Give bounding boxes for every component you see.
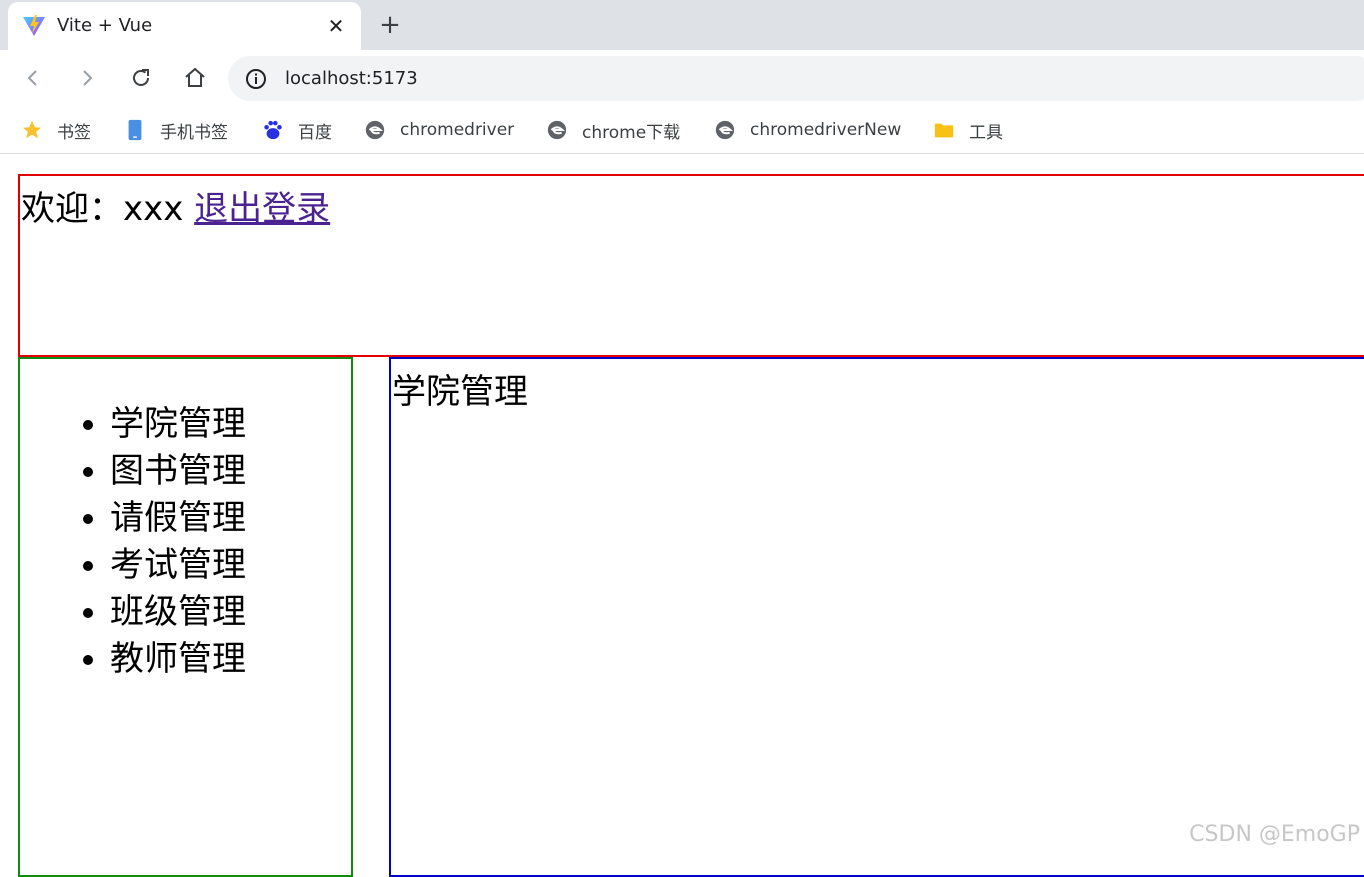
- sidebar-item-class[interactable]: 班级管理: [110, 589, 246, 636]
- tab-title: Vite + Vue: [57, 15, 153, 36]
- new-tab-button[interactable]: +: [377, 12, 403, 38]
- welcome-text: 欢迎：xxx: [21, 189, 195, 229]
- folder-icon: [934, 123, 954, 138]
- browser-toolbar: localhost:5173: [0, 50, 1364, 106]
- bookmark-item-chromedriver-new[interactable]: chromedriverNew: [714, 117, 901, 143]
- bookmark-item-tools[interactable]: 工具: [933, 117, 1003, 143]
- bookmark-item-baidu[interactable]: 百度: [262, 117, 332, 143]
- sidebar-item-college[interactable]: 学院管理: [110, 401, 246, 448]
- watermark: CSDN @EmoGP: [1189, 822, 1360, 847]
- back-arrow-icon: [27, 70, 37, 86]
- page-viewport: 欢迎：xxx 退出登录 学院管理 图书管理 请假管理 考试管理 班级管理 教师管…: [0, 155, 1364, 877]
- star-icon: [22, 120, 42, 139]
- bookmark-item-chrome-download[interactable]: chrome下载: [546, 117, 680, 143]
- bookmark-label: 手机书签: [160, 122, 228, 143]
- sidebar-item-teacher[interactable]: 教师管理: [110, 636, 246, 683]
- reload-icon: [133, 69, 149, 86]
- home-button[interactable]: [181, 64, 209, 92]
- sidebar-menu: 学院管理 图书管理 请假管理 考试管理 班级管理 教师管理: [110, 401, 246, 683]
- edge-logo-icon: [547, 120, 567, 140]
- info-icon[interactable]: [244, 67, 268, 91]
- main-panel: 学院管理: [389, 357, 1364, 877]
- header-panel: 欢迎：xxx 退出登录: [18, 174, 1364, 357]
- phone-icon: [128, 119, 142, 141]
- tab-strip: Vite + Vue ✕ +: [0, 0, 1364, 50]
- sidebar-item-books[interactable]: 图书管理: [110, 448, 246, 495]
- bookmark-label: 书签: [57, 122, 91, 143]
- bookmark-label: chromedriverNew: [750, 120, 902, 140]
- reload-button[interactable]: [127, 64, 155, 92]
- url-text[interactable]: localhost:5173: [285, 68, 418, 89]
- logout-link[interactable]: 退出登录: [194, 189, 330, 229]
- bookmark-label: chrome下载: [582, 122, 681, 143]
- forward-arrow-icon: [83, 70, 93, 86]
- tab-close-icon[interactable]: ✕: [324, 14, 348, 38]
- bookmark-item-bookmarks[interactable]: 书签: [21, 117, 91, 143]
- back-button[interactable]: [19, 64, 47, 92]
- baidu-paw-icon: [264, 120, 282, 140]
- bookmarks-bar: 书签 手机书签 百度 chromedriver chrome下载 chromed…: [0, 106, 1364, 154]
- browser-tab[interactable]: Vite + Vue ✕: [8, 2, 361, 50]
- welcome-line: 欢迎：xxx 退出登录: [21, 181, 330, 230]
- bookmark-label: chromedriver: [400, 120, 515, 140]
- sidebar-item-exam[interactable]: 考试管理: [110, 542, 246, 589]
- bookmark-item-mobile[interactable]: 手机书签: [124, 117, 228, 143]
- sidebar-panel: 学院管理 图书管理 请假管理 考试管理 班级管理 教师管理: [18, 357, 353, 877]
- bookmark-label: 工具: [969, 122, 1003, 143]
- bookmark-label: 百度: [298, 122, 332, 143]
- forward-button[interactable]: [73, 64, 101, 92]
- home-icon: [185, 67, 205, 87]
- vite-logo-icon: [23, 15, 45, 36]
- bookmark-item-chromedriver[interactable]: chromedriver: [364, 117, 514, 143]
- sidebar-item-leave[interactable]: 请假管理: [110, 495, 246, 542]
- address-bar[interactable]: localhost:5173: [228, 56, 1364, 101]
- main-title: 学院管理: [392, 372, 528, 412]
- edge-logo-icon: [715, 120, 735, 140]
- edge-logo-icon: [365, 120, 385, 140]
